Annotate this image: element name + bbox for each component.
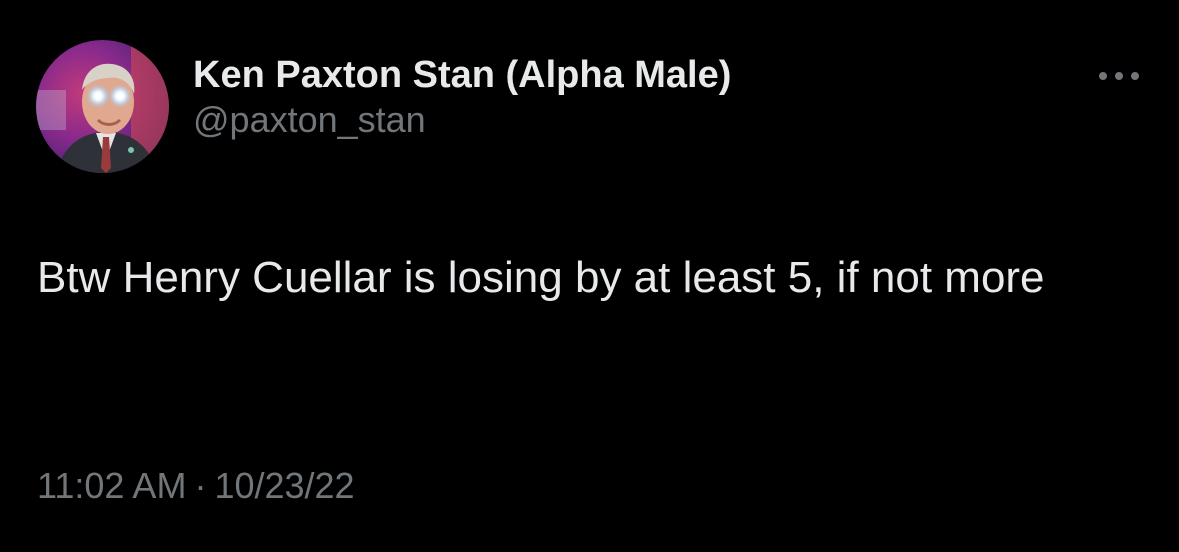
tweet-text: Btw Henry Cuellar is losing by at least … bbox=[37, 253, 1045, 302]
tweet-timestamp: 11:02 AM · 10/23/22 bbox=[37, 464, 355, 508]
author-info: Ken Paxton Stan (Alpha Male) @paxton_sta… bbox=[193, 52, 731, 142]
tweet-time[interactable]: 11:02 AM bbox=[37, 465, 186, 506]
separator-dot: · bbox=[194, 465, 207, 506]
more-options-button[interactable] bbox=[1094, 64, 1144, 88]
tweet-date[interactable]: 10/23/22 bbox=[214, 465, 354, 506]
user-handle[interactable]: @paxton_stan bbox=[193, 98, 731, 142]
avatar-photo bbox=[36, 40, 169, 173]
ellipsis-icon bbox=[1099, 72, 1139, 80]
tweet: Ken Paxton Stan (Alpha Male) @paxton_sta… bbox=[0, 0, 1179, 552]
display-name[interactable]: Ken Paxton Stan (Alpha Male) bbox=[193, 52, 731, 98]
avatar[interactable] bbox=[36, 40, 169, 173]
